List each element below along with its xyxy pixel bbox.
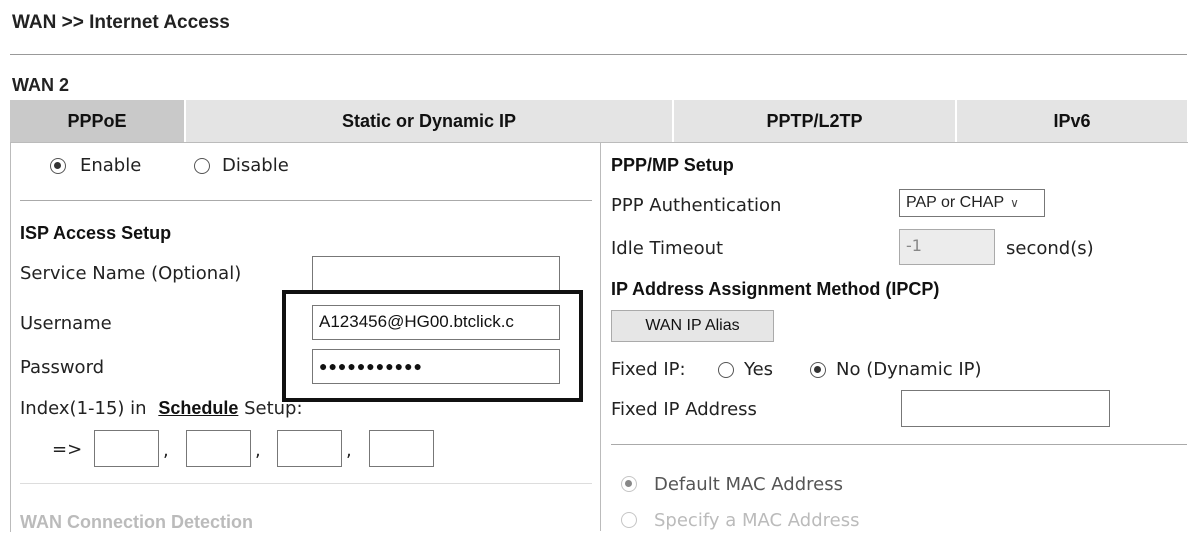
setup-suffix: Setup: bbox=[244, 398, 303, 419]
default-mac-label: Default MAC Address bbox=[654, 474, 843, 495]
mac-divider bbox=[611, 444, 1187, 445]
ipcp-section-title: IP Address Assignment Method (IPCP) bbox=[611, 279, 940, 299]
tab-ipv6[interactable]: IPv6 bbox=[957, 100, 1187, 142]
idle-timeout-input[interactable]: -1 bbox=[899, 229, 995, 265]
schedule-divider bbox=[20, 483, 592, 484]
header-divider bbox=[10, 54, 1187, 55]
wan-label: WAN 2 bbox=[12, 75, 70, 95]
schedule-index-4-input[interactable] bbox=[369, 430, 434, 467]
enable-label: Enable bbox=[80, 155, 142, 176]
fixed-ip-no-radio[interactable] bbox=[810, 362, 826, 378]
specify-mac-radio[interactable] bbox=[621, 512, 637, 528]
tab-pptp-l2tp[interactable]: PPTP/L2TP bbox=[674, 100, 957, 142]
index-prefix: Index(1-15) in bbox=[20, 398, 147, 419]
ppp-section-title: PPP/MP Setup bbox=[611, 155, 734, 175]
password-label: Password bbox=[20, 357, 105, 378]
idle-timeout-unit: second(s) bbox=[1006, 238, 1094, 259]
page-title: WAN >> Internet Access bbox=[12, 12, 230, 33]
schedule-link[interactable]: Schedule bbox=[158, 398, 238, 418]
tab-bar: PPPoE Static or Dynamic IP PPTP/L2TP IPv… bbox=[10, 100, 1187, 142]
enable-divider bbox=[20, 200, 592, 201]
fixed-ip-yes-radio[interactable] bbox=[718, 362, 734, 378]
column-divider bbox=[600, 142, 601, 531]
isp-section-title: ISP Access Setup bbox=[20, 223, 172, 243]
tab-static-dynamic-ip[interactable]: Static or Dynamic IP bbox=[186, 100, 674, 142]
fixed-ip-label: Fixed IP: bbox=[611, 359, 686, 380]
fixed-ip-address-label: Fixed IP Address bbox=[611, 399, 757, 420]
schedule-index-1-input[interactable] bbox=[94, 430, 159, 467]
service-name-input[interactable] bbox=[312, 256, 560, 291]
username-label: Username bbox=[20, 313, 112, 334]
credentials-highlight-box bbox=[282, 290, 583, 402]
fixed-ip-yes-label: Yes bbox=[744, 359, 774, 380]
default-mac-radio[interactable] bbox=[621, 476, 637, 492]
disable-radio[interactable] bbox=[194, 158, 210, 174]
schedule-index-3-input[interactable] bbox=[277, 430, 342, 467]
wan-detection-title: WAN Connection Detection bbox=[20, 512, 253, 532]
idle-timeout-label: Idle Timeout bbox=[611, 238, 724, 259]
schedule-index-label: Index(1-15) in Schedule Setup: bbox=[20, 398, 303, 419]
ppp-auth-label: PPP Authentication bbox=[611, 195, 782, 216]
schedule-comma-3: , bbox=[346, 440, 352, 461]
schedule-comma-1: , bbox=[163, 440, 169, 461]
schedule-index-2-input[interactable] bbox=[186, 430, 251, 467]
specify-mac-label: Specify a MAC Address bbox=[654, 510, 860, 531]
enable-radio[interactable] bbox=[50, 158, 66, 174]
disable-label: Disable bbox=[222, 155, 289, 176]
chevron-down-icon: ∨ bbox=[1010, 196, 1019, 210]
fixed-ip-no-label: No (Dynamic IP) bbox=[836, 359, 982, 380]
schedule-comma-2: , bbox=[255, 440, 261, 461]
service-name-label: Service Name (Optional) bbox=[20, 263, 242, 284]
ppp-auth-value: PAP or CHAP bbox=[906, 194, 1005, 211]
ppp-auth-select[interactable]: PAP or CHAP ∨ bbox=[899, 189, 1045, 217]
wan-ip-alias-button[interactable]: WAN IP Alias bbox=[611, 310, 774, 342]
tab-pppoe[interactable]: PPPoE bbox=[10, 100, 186, 142]
fixed-ip-address-input[interactable] bbox=[901, 390, 1110, 427]
schedule-arrow: => bbox=[52, 439, 83, 460]
